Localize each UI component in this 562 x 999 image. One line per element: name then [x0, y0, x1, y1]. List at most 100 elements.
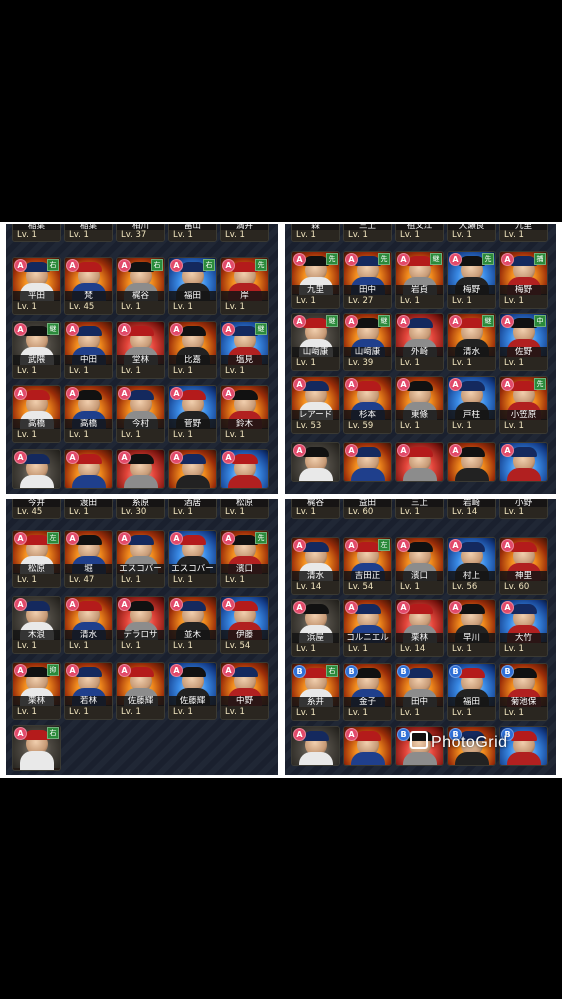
- player-card[interactable]: A 中田 Lv. 1: [64, 321, 113, 379]
- player-card[interactable]: 三上 Lv. 1: [395, 499, 444, 519]
- player-card[interactable]: A 神里 Lv. 60: [499, 537, 548, 595]
- player-card[interactable]: 渡田 Lv. 1: [64, 499, 113, 519]
- player-card[interactable]: 畠山 Lv. 1: [168, 224, 217, 242]
- player-card[interactable]: A 清水 Lv. 1: [64, 596, 113, 654]
- player-card[interactable]: A 先濱口 Lv. 1: [220, 530, 269, 588]
- player-card[interactable]: A 戸柱 Lv. 1: [447, 376, 496, 434]
- player-card[interactable]: 三上 Lv. 1: [343, 224, 392, 242]
- player-card[interactable]: A: [343, 726, 392, 766]
- player-card[interactable]: A 比嘉 Lv. 1: [168, 321, 217, 379]
- player-card[interactable]: A 捕梅野 Lv. 1: [499, 251, 548, 309]
- player-card[interactable]: A 継岩貞 Lv. 1: [395, 251, 444, 309]
- player-card[interactable]: A コルニエル Lv. 1: [343, 599, 392, 657]
- player-card[interactable]: 小野 Lv. 1: [499, 499, 548, 519]
- player-card[interactable]: 稲葉 Lv. 1: [64, 224, 113, 242]
- player-card[interactable]: A右サンタナ: [12, 725, 61, 771]
- player-card[interactable]: A 先梅野 Lv. 1: [447, 251, 496, 309]
- player-card[interactable]: A 清水 Lv. 14: [291, 537, 340, 595]
- player-card[interactable]: A: [168, 449, 217, 489]
- player-card[interactable]: A 堂林 Lv. 1: [116, 321, 165, 379]
- player-card[interactable]: A 先九里 Lv. 1: [291, 251, 340, 309]
- player-card[interactable]: 満井 Lv. 1: [220, 224, 269, 242]
- player-card[interactable]: A 先小笠原 Lv. 1: [499, 376, 548, 434]
- player-card[interactable]: 森 Lv. 1: [291, 224, 340, 242]
- player-card[interactable]: A 先田中 Lv. 27: [343, 251, 392, 309]
- position-badge: 先: [378, 253, 390, 265]
- player-card[interactable]: A 並木 Lv. 1: [168, 596, 217, 654]
- player-card[interactable]: A デラロサ Lv. 1: [116, 596, 165, 654]
- player-card[interactable]: A 濱口 Lv. 1: [395, 537, 444, 595]
- player-card[interactable]: A 堀 Lv. 47: [64, 530, 113, 588]
- player-card[interactable]: 益田 Lv. 60: [343, 499, 392, 519]
- player-card[interactable]: A 若林 Lv. 1: [64, 662, 113, 720]
- card-row: A 浜屋 Lv. 1 A コルニエル Lv. 1 A 栗林 Lv. 14 A 早川 Lv. 1 A 大竹 L…: [285, 599, 556, 659]
- player-card[interactable]: B 金子 Lv. 1: [343, 663, 392, 721]
- player-card[interactable]: A エスコバー Lv. 1: [168, 530, 217, 588]
- player-card[interactable]: A: [64, 449, 113, 489]
- player-card[interactable]: A: [291, 726, 340, 766]
- player-card[interactable]: A 左松原 Lv. 1: [12, 530, 61, 588]
- player-card[interactable]: A 右福田 Lv. 1: [168, 257, 217, 315]
- player-level: Lv. 39: [344, 357, 391, 370]
- player-card[interactable]: A 右梶谷 Lv. 1: [116, 257, 165, 315]
- rank-badge: A: [14, 532, 27, 545]
- player-card[interactable]: A 中野 Lv. 1: [220, 662, 269, 720]
- player-card[interactable]: A木下拓: [343, 442, 392, 482]
- player-card[interactable]: A エスコバー Lv. 1: [116, 530, 165, 588]
- player-card[interactable]: A レアード Lv. 53: [291, 376, 340, 434]
- player-card[interactable]: A 先岸 Lv. 1: [220, 257, 269, 315]
- player-card[interactable]: A 高橋 Lv. 1: [12, 385, 61, 443]
- player-card[interactable]: A福: [395, 442, 444, 482]
- player-card[interactable]: A 右平田 Lv. 1: [12, 257, 61, 315]
- player-card[interactable]: 梶谷 Lv. 1: [291, 499, 340, 519]
- player-card[interactable]: A山本: [447, 442, 496, 482]
- player-card[interactable]: 九里 Lv. 1: [499, 224, 548, 242]
- player-card[interactable]: A 継武隈 Lv. 1: [12, 321, 61, 379]
- player-card[interactable]: A 左吉田正 Lv. 54: [343, 537, 392, 595]
- player-card[interactable]: A 継山﨑康 Lv. 1: [291, 313, 340, 371]
- player-card[interactable]: 今井 Lv. 45: [12, 499, 61, 519]
- player-card[interactable]: A柳: [499, 442, 548, 482]
- player-card[interactable]: A 早川 Lv. 1: [447, 599, 496, 657]
- player-card[interactable]: 祖父江 Lv. 1: [395, 224, 444, 242]
- player-card[interactable]: 大瀬良 Lv. 1: [447, 224, 496, 242]
- player-card[interactable]: B 福田 Lv. 1: [447, 663, 496, 721]
- player-card[interactable]: 松原 Lv. 1: [220, 499, 269, 519]
- player-card[interactable]: A: [116, 449, 165, 489]
- player-portrait: [350, 542, 385, 583]
- player-card[interactable]: A 梵 Lv. 45: [64, 257, 113, 315]
- player-card[interactable]: A 杉本 Lv. 59: [343, 376, 392, 434]
- player-card[interactable]: A 木浪 Lv. 1: [12, 596, 61, 654]
- player-card[interactable]: A 中佐野 Lv. 1: [499, 313, 548, 371]
- player-card[interactable]: A: [12, 449, 61, 489]
- player-card[interactable]: A 継清水 Lv. 1: [447, 313, 496, 371]
- player-card[interactable]: 岩崎 Lv. 14: [447, 499, 496, 519]
- position-badge: 中: [534, 315, 546, 327]
- player-card[interactable]: A 菅野 Lv. 1: [168, 385, 217, 443]
- player-card[interactable]: A 抑栗林 Lv. 1: [12, 662, 61, 720]
- player-card[interactable]: A 外崎 Lv. 1: [395, 313, 444, 371]
- player-card[interactable]: A 伊藤 Lv. 54: [220, 596, 269, 654]
- player-card[interactable]: A: [220, 449, 269, 489]
- player-card[interactable]: 糸原 Lv. 30: [116, 499, 165, 519]
- position-badge: 右: [47, 259, 59, 271]
- player-card[interactable]: B 菊池保 Lv. 1: [499, 663, 548, 721]
- player-card[interactable]: A 栗林 Lv. 14: [395, 599, 444, 657]
- player-card[interactable]: A 村上 Lv. 56: [447, 537, 496, 595]
- player-card[interactable]: 稲葉 Lv. 1: [12, 224, 61, 242]
- player-card[interactable]: A 大竹 Lv. 1: [499, 599, 548, 657]
- player-card[interactable]: B 田中 Lv. 1: [395, 663, 444, 721]
- player-card[interactable]: A 東條 Lv. 1: [395, 376, 444, 434]
- player-card[interactable]: 酒居 Lv. 1: [168, 499, 217, 519]
- player-card[interactable]: A木下拓: [291, 442, 340, 482]
- player-card[interactable]: B 右糸井 Lv. 1: [291, 663, 340, 721]
- player-card[interactable]: A 佐藤輝 Lv. 1: [168, 662, 217, 720]
- player-card[interactable]: A 高橋 Lv. 1: [64, 385, 113, 443]
- player-card[interactable]: A 今村 Lv. 1: [116, 385, 165, 443]
- player-card[interactable]: A 佐藤輝 Lv. 1: [116, 662, 165, 720]
- player-card[interactable]: A 鈴木 Lv. 1: [220, 385, 269, 443]
- player-card[interactable]: A 浜屋 Lv. 1: [291, 599, 340, 657]
- player-card[interactable]: A 継山﨑康 Lv. 39: [343, 313, 392, 371]
- player-card[interactable]: A 継塩見 Lv. 1: [220, 321, 269, 379]
- player-card[interactable]: 相川 Lv. 37: [116, 224, 165, 242]
